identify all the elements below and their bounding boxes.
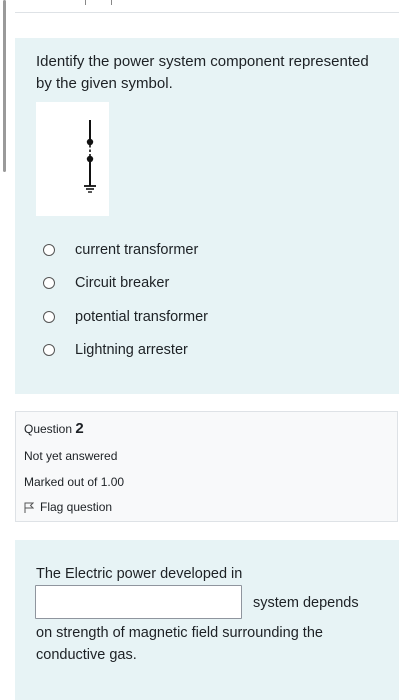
- scroll-indicator[interactable]: [3, 0, 6, 172]
- question-status: Not yet answered: [24, 449, 118, 463]
- lightning-arrester-symbol-image: [36, 102, 109, 216]
- radio-button[interactable]: [43, 277, 55, 290]
- lightning-arrester-symbol-icon: [84, 120, 96, 193]
- option-label: Lightning arrester: [75, 342, 188, 359]
- option-label: potential transformer: [75, 308, 208, 325]
- question-label: Question: [24, 422, 73, 436]
- radio-button[interactable]: [43, 243, 55, 256]
- option-lightning-arrester[interactable]: Lightning arrester: [36, 334, 376, 368]
- tick-mark: [85, 0, 86, 5]
- option-label: current transformer: [75, 241, 199, 258]
- question-2-text-line-4: conductive gas.: [36, 647, 137, 663]
- question-2-text-line-3: on strength of magnetic field surroundin…: [36, 625, 323, 641]
- flag-question-label: Flag question: [40, 500, 113, 514]
- option-label: Circuit breaker: [75, 275, 170, 292]
- question-2-card: The Electric power developed in system d…: [15, 540, 399, 700]
- flag-question-link[interactable]: Flag question: [24, 500, 112, 514]
- question-2-text-line-2: system depends: [253, 595, 359, 611]
- question-1-card: Identify the power system component repr…: [15, 38, 399, 394]
- option-potential-transformer[interactable]: potential transformer: [36, 300, 376, 334]
- flag-icon: [24, 502, 34, 513]
- tick-mark: [111, 0, 112, 5]
- radio-button[interactable]: [43, 310, 55, 323]
- question-marks: Marked out of 1.00: [24, 475, 125, 489]
- option-circuit-breaker[interactable]: Circuit breaker: [36, 267, 376, 301]
- question-2-title: Question 2: [24, 420, 84, 437]
- radio-button[interactable]: [43, 344, 55, 357]
- answer-input[interactable]: [35, 585, 242, 619]
- question-1-prompt: Identify the power system component repr…: [36, 53, 369, 92]
- previous-question-bottom: [15, 0, 399, 13]
- question-2-text-line-1: The Electric power developed in: [36, 566, 243, 582]
- answer-options: current transformer Circuit breaker pote…: [36, 233, 376, 367]
- question-2-info: Question 2 Not yet answered Marked out o…: [15, 411, 398, 522]
- option-current-transformer[interactable]: current transformer: [36, 233, 376, 267]
- question-number: 2: [75, 420, 84, 437]
